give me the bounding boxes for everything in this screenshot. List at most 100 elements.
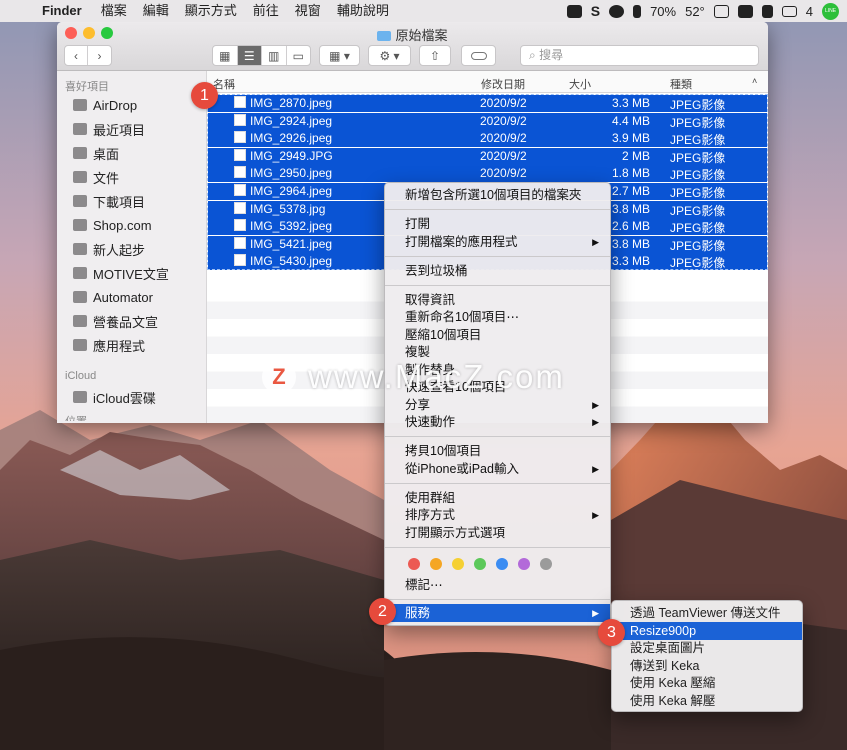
column-view-icon[interactable]: ▥ — [262, 46, 287, 65]
file-kind: JPEG影像 — [670, 186, 726, 200]
tag-color-dot[interactable] — [518, 558, 530, 570]
column-header-date[interactable]: 修改日期 — [481, 76, 525, 92]
shield-icon[interactable] — [761, 4, 773, 18]
menu-bar: Finder 檔案 編輯 顯示方式 前往 視窗 輔助說明 S 70% 52° 4… — [0, 0, 847, 22]
forward-icon[interactable]: › — [88, 46, 111, 65]
sidebar-item-desktop[interactable]: 桌面 — [57, 141, 206, 165]
menu-view[interactable]: 顯示方式 — [177, 0, 245, 22]
menu-item-share[interactable]: 分享 ▶ — [385, 396, 610, 414]
menu-item-tags[interactable]: 標記⋯ — [385, 576, 610, 594]
mail-icon[interactable] — [781, 5, 797, 17]
menu-window[interactable]: 視窗 — [287, 0, 329, 22]
menu-edit[interactable]: 編輯 — [135, 0, 177, 22]
icon-view-icon[interactable]: ▦ — [213, 46, 238, 65]
menu-item-sort-by[interactable]: 排序方式 ▶ — [385, 506, 610, 524]
menu-item-quick-actions[interactable]: 快速動作 ▶ — [385, 413, 610, 431]
sidebar-item-icloud-drive[interactable]: iCloud雲碟 — [57, 385, 206, 409]
menu-separator — [385, 285, 610, 286]
tag-color-dot[interactable] — [496, 558, 508, 570]
skype-icon[interactable]: S — [591, 3, 600, 19]
back-icon[interactable]: ‹ — [65, 46, 89, 65]
sidebar-item-motive[interactable]: MOTIVE文宣 — [57, 261, 206, 285]
tag-color-dot[interactable] — [452, 558, 464, 570]
menu-item-new-folder-with-selection[interactable]: 新增包含所選10個項目的檔案夾 — [385, 186, 610, 204]
step-badge-1: 1 — [191, 82, 218, 109]
watermark-text: www.MacZ.com — [308, 358, 565, 395]
tags-button[interactable] — [461, 45, 496, 66]
search-field[interactable]: ⌕ 搜尋 — [520, 45, 759, 66]
menu-go[interactable]: 前往 — [245, 0, 287, 22]
menu-item-teamviewer-send[interactable]: 透過 TeamViewer 傳送文件 — [612, 604, 802, 622]
folder-icon — [73, 291, 87, 303]
sidebar-item-airdrop[interactable]: AirDrop — [57, 93, 206, 117]
file-size: 3.3 MB — [611, 254, 650, 269]
menu-item-compress[interactable]: 壓縮10個項目 — [385, 326, 610, 344]
status-area: S 70% 52° 4 LINE — [566, 2, 847, 20]
group-by-button[interactable]: ▦ ▾ — [319, 45, 360, 66]
window-title: 原始檔案 — [57, 25, 768, 44]
sidebar-item-recents[interactable]: 最近項目 — [57, 117, 206, 141]
menu-item-keka-compress[interactable]: 使用 Keka 壓縮 — [612, 674, 802, 692]
menu-item-open[interactable]: 打開 — [385, 215, 610, 233]
menu-item-open-with[interactable]: 打開檔案的應用程式 ▶ — [385, 233, 610, 251]
folder-icon — [73, 267, 87, 279]
sidebar-item-shop[interactable]: Shop.com — [57, 213, 206, 237]
menu-item-move-to-trash[interactable]: 丟到垃圾桶 — [385, 262, 610, 280]
image-file-icon — [234, 184, 246, 196]
table-row[interactable]: IMG_2949.JPG 2020/9/2 2 MB JPEG影像 — [208, 147, 767, 165]
menu-item-rename[interactable]: 重新命名10個項目⋯ — [385, 308, 610, 326]
image-file-icon — [234, 113, 246, 126]
file-size: 1.8 MB — [611, 166, 650, 181]
column-header-kind[interactable]: 種類 — [670, 76, 692, 92]
sidebar-item-downloads[interactable]: 下載項目 — [57, 189, 206, 213]
file-size: 3.3 MB — [611, 96, 650, 110]
sidebar-item-applications[interactable]: 應用程式 — [57, 333, 206, 357]
table-row[interactable]: IMG_2870.jpeg 2020/9/2 3.3 MB JPEG影像 — [208, 95, 767, 112]
view-mode-control: ▦ ☰ ▥ ▭ — [212, 45, 311, 66]
download-icon — [73, 195, 87, 207]
zoom-icon[interactable] — [566, 4, 582, 18]
list-view-icon[interactable]: ☰ — [237, 46, 262, 65]
submenu-arrow-icon: ▶ — [592, 608, 599, 618]
menu-item-show-view-options[interactable]: 打開顯示方式選項 — [385, 524, 610, 542]
tag-color-dot[interactable] — [430, 558, 442, 570]
menu-item-import-from-iphone[interactable]: 從iPhone或iPad輸入 ▶ — [385, 460, 610, 478]
line-app-icon[interactable]: LINE — [822, 2, 839, 20]
close-box-icon[interactable] — [713, 4, 729, 18]
battery-icon[interactable] — [633, 4, 642, 18]
tag-color-dot[interactable] — [540, 558, 552, 570]
menu-item-services[interactable]: 服務 ▶ — [385, 604, 610, 622]
gallery-view-icon[interactable]: ▭ — [287, 46, 311, 65]
tag-color-dot[interactable] — [474, 558, 486, 570]
menu-item-send-to-keka[interactable]: 傳送到 Keka — [612, 657, 802, 675]
column-headers: 名稱 修改日期 大小 種類 ˄ — [207, 71, 768, 93]
sidebar-item-getting-started[interactable]: 新人起步 — [57, 237, 206, 261]
menu-item-use-groups[interactable]: 使用群組 — [385, 489, 610, 507]
list-icon[interactable] — [737, 4, 753, 18]
file-kind: JPEG影像 — [670, 115, 726, 130]
menu-app-finder[interactable]: Finder — [34, 0, 93, 22]
sidebar-item-nutrition[interactable]: 營養品文宣 — [57, 309, 206, 333]
menu-help[interactable]: 輔助說明 — [329, 0, 397, 22]
menu-item-copy[interactable]: 拷貝10個項目 — [385, 442, 610, 460]
window-title-text: 原始檔案 — [395, 28, 448, 43]
file-name: IMG_2950.jpeg — [250, 166, 333, 181]
menu-item-set-desktop-picture[interactable]: 設定桌面圖片 — [612, 639, 802, 657]
action-menu-button[interactable]: ⚙ ▾ — [368, 45, 411, 66]
sidebar-item-automator[interactable]: Automator — [57, 285, 206, 309]
menu-item-keka-extract[interactable]: 使用 Keka 解壓 — [612, 692, 802, 710]
menu-file[interactable]: 檔案 — [93, 0, 135, 22]
table-row[interactable]: IMG_2950.jpeg 2020/9/2 1.8 MB JPEG影像 — [208, 165, 767, 183]
column-header-size[interactable]: 大小 — [569, 76, 591, 92]
menu-item-get-info[interactable]: 取得資訊 — [385, 291, 610, 309]
share-button[interactable]: ⇧ — [419, 45, 451, 66]
menu-item-resize900p[interactable]: Resize900p — [612, 622, 802, 640]
window-toolbar: 原始檔案 ‹ › ▦ ☰ ▥ ▭ ▦ ▾ ⚙ ▾ ⇧ ⌕ 搜尋 — [57, 22, 768, 71]
tag-color-dot[interactable] — [408, 558, 420, 570]
creative-cloud-icon[interactable] — [609, 4, 625, 18]
table-row[interactable]: IMG_2926.jpeg 2020/9/2 3.9 MB JPEG影像 — [208, 130, 767, 148]
step-badge-2: 2 — [369, 598, 396, 625]
table-row[interactable]: IMG_2924.jpeg 2020/9/2 4.4 MB JPEG影像 — [208, 112, 767, 130]
sidebar-item-documents[interactable]: 文件 — [57, 165, 206, 189]
gear-icon: ⚙ ▾ — [379, 48, 400, 63]
